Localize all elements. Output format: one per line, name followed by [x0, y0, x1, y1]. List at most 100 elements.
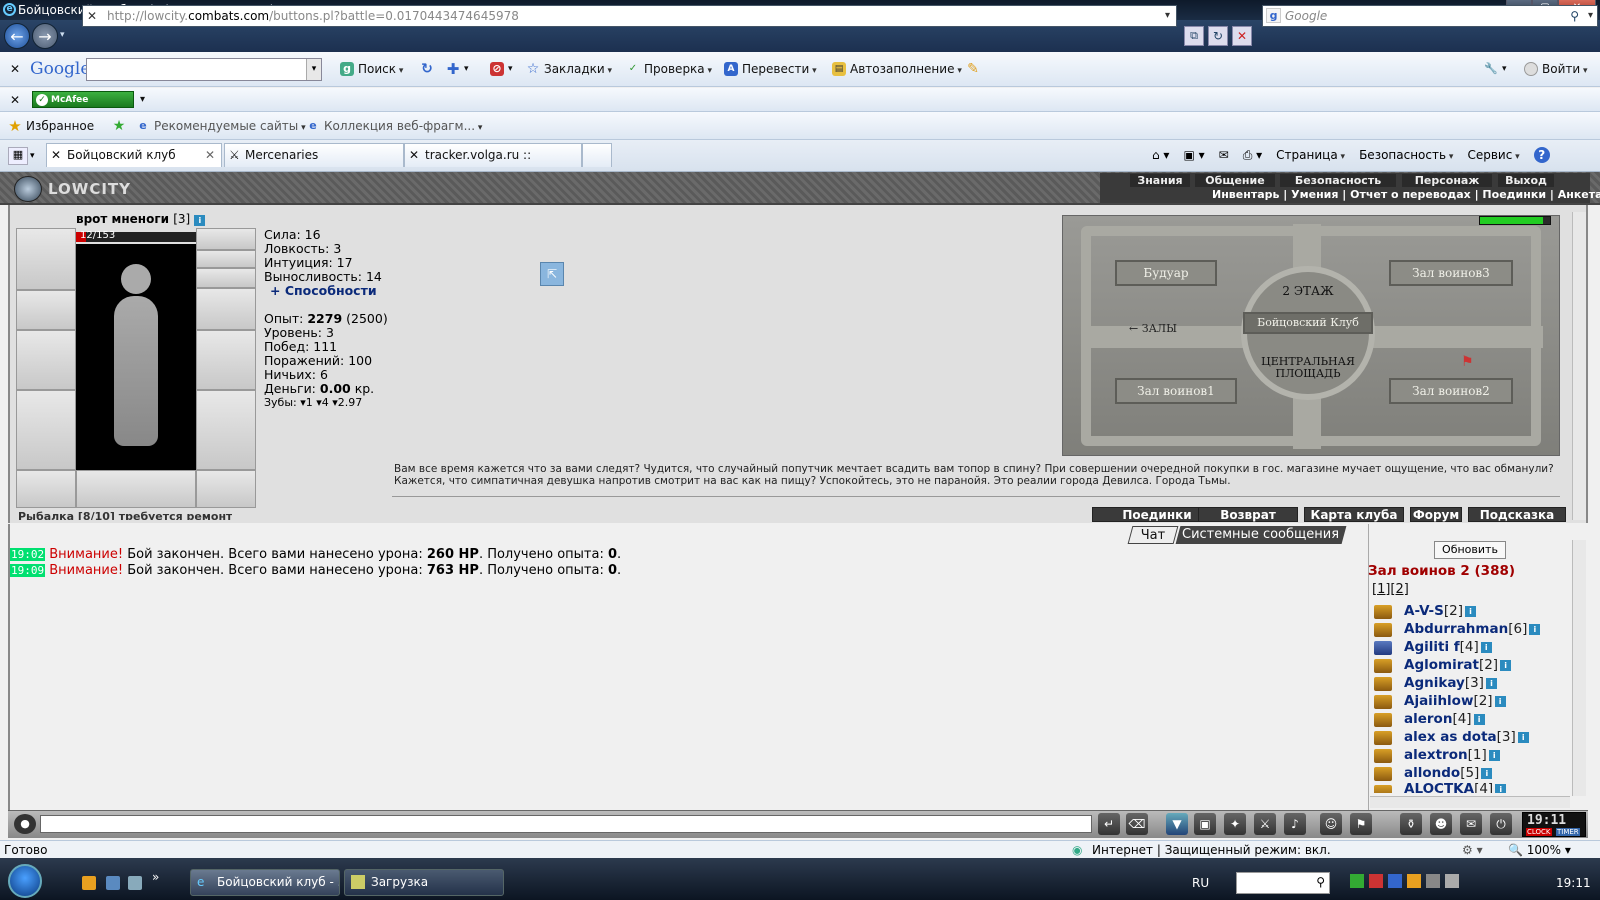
clear-icon[interactable]: ⌫ [1126, 813, 1148, 835]
mail-icon[interactable]: ✉ [1460, 813, 1482, 835]
stop-icon[interactable]: ✕ [1232, 26, 1252, 46]
compat-view-icon[interactable]: ⧉ [1184, 26, 1204, 46]
desktop-search-input[interactable]: ⚲ [1236, 872, 1330, 894]
page-menu[interactable]: Страница [1276, 148, 1345, 162]
user-name[interactable]: aleron [1404, 711, 1452, 727]
battle-icon[interactable]: ⚔ [1254, 813, 1276, 835]
bracers-slot[interactable] [16, 290, 76, 330]
info-icon[interactable]: i [1500, 659, 1512, 671]
user-name[interactable]: alex as dota [1404, 729, 1497, 745]
return-button[interactable]: Возврат [1198, 507, 1298, 522]
tray-icon[interactable] [1350, 874, 1364, 888]
online-list-vscrollbar[interactable] [1572, 540, 1586, 796]
online-user[interactable]: Agiliti f[4] i [1404, 639, 1492, 655]
tab-list-dropdown-icon[interactable]: ▾ [30, 147, 42, 165]
user-name[interactable]: Aglomirat [1404, 657, 1479, 673]
submenu-links[interactable]: Инвентарь | Умения | Отчет о переводах |… [1212, 188, 1600, 201]
helmet-slot[interactable] [16, 228, 76, 290]
search-input[interactable]: g Google ⚲ ▾ [1262, 5, 1598, 27]
map-room-fight-club[interactable]: Бойцовский Клуб [1243, 312, 1373, 334]
menu-character[interactable]: Персонаж [1402, 174, 1492, 187]
online-user[interactable]: Abdurrahman[6] i [1404, 621, 1541, 637]
language-indicator[interactable]: RU [1192, 876, 1209, 890]
quick-tabs-icon[interactable]: ▦ [8, 147, 28, 165]
tab-tracker[interactable]: ✕ tracker.volga.ru :: Главная [404, 143, 582, 184]
hint-button[interactable]: Подсказка [1468, 507, 1566, 522]
media-player-icon[interactable] [82, 876, 96, 890]
user-name[interactable]: ALOCTKA [1404, 783, 1474, 793]
tab-mercenaries[interactable]: ⚔ Mercenaries [224, 143, 404, 167]
back-button[interactable]: ← [4, 23, 30, 49]
chat-mode-icon[interactable]: ● [14, 814, 36, 834]
online-user[interactable]: alex as dota[3] i [1404, 729, 1529, 745]
bookmarks-button[interactable]: ☆ Закладки [526, 52, 612, 86]
expand-icon[interactable]: ⇱ [540, 262, 564, 286]
user-name[interactable]: alextron [1404, 747, 1468, 763]
amulet-slot[interactable] [196, 250, 256, 268]
map-central-square[interactable]: ЦЕНТРАЛЬНАЯ ПЛОЩАДЬ [1253, 356, 1363, 380]
popup-blocker-button[interactable]: ⊘ ▾ [490, 52, 513, 86]
close-tab-icon[interactable]: ✕ [205, 144, 215, 166]
info-icon[interactable]: i [1473, 713, 1485, 725]
info-icon[interactable]: i [1529, 623, 1541, 635]
online-user[interactable]: allondo[5] i [1404, 765, 1493, 781]
clan-icon[interactable]: ⚑ [1350, 813, 1372, 835]
user-name[interactable]: Abdurrahman [1404, 621, 1508, 637]
info-icon[interactable]: i [1517, 731, 1529, 743]
translate-button[interactable]: A Перевести [724, 52, 817, 86]
highlight-button[interactable]: ✎ [966, 52, 980, 86]
sound-icon[interactable]: ♪ [1284, 813, 1306, 835]
signin-button[interactable]: Войти [1524, 52, 1588, 86]
friends-icon[interactable]: ☻ [1430, 813, 1452, 835]
map-halls-link[interactable]: ← ЗАЛЫ [1129, 322, 1177, 335]
gloves-slot[interactable] [196, 288, 256, 330]
online-user[interactable]: ALOCTKA[4] i [1404, 783, 1507, 793]
pants-slot[interactable] [196, 390, 256, 470]
tray-icon[interactable] [1369, 874, 1383, 888]
exit-icon[interactable]: ⏻ [1490, 813, 1512, 835]
small-items-slots[interactable] [76, 470, 196, 508]
user-name[interactable]: allondo [1404, 765, 1460, 781]
menu-security[interactable]: Безопасность [1280, 174, 1396, 187]
tray-icon[interactable] [1407, 874, 1421, 888]
favorites-button[interactable]: ★ Избранное [8, 112, 94, 139]
tools-menu[interactable]: Сервис [1467, 148, 1519, 162]
show-desktop-icon[interactable] [106, 876, 120, 890]
online-user[interactable]: A-V-S[2] i [1404, 603, 1476, 619]
web-slice-gallery-button[interactable]: e Коллекция веб-фрагм... [306, 112, 482, 139]
google-search-button[interactable]: g Поиск [340, 52, 403, 86]
spellcheck-button[interactable]: ✓ Проверка [626, 52, 712, 86]
network-icon[interactable] [1426, 874, 1440, 888]
info-icon[interactable]: i [194, 215, 206, 226]
search-icon[interactable]: ⚲ [1570, 6, 1579, 26]
smiley-icon[interactable]: ☺ [1320, 813, 1342, 835]
online-user[interactable]: alextron[1] i [1404, 747, 1500, 763]
online-user[interactable]: Agnikay[3] i [1404, 675, 1497, 691]
online-list-hscrollbar[interactable] [1370, 796, 1570, 808]
online-user[interactable]: aleron[4] i [1404, 711, 1485, 727]
message-time[interactable]: 19:09 [10, 564, 46, 577]
google-search-dropdown-icon[interactable]: ▾ [306, 59, 321, 80]
mcafee-siteadvisor-button[interactable]: ✓ McAfee SiteAdvisor [32, 91, 134, 122]
forum-button[interactable]: Форум [1410, 507, 1462, 522]
address-bar[interactable]: ✕ http://lowcity.combats.com/buttons.pl?… [82, 5, 1177, 27]
system-clock[interactable]: 19:11 [1556, 876, 1591, 890]
map-room-hall3[interactable]: Зал воинов3 [1389, 260, 1513, 286]
boots-slot[interactable] [196, 470, 256, 508]
save-log-icon[interactable]: ▣ [1194, 813, 1216, 835]
user-name[interactable]: Agiliti f [1404, 639, 1460, 655]
shield-slot[interactable] [196, 330, 256, 390]
belt-slot[interactable] [16, 470, 76, 508]
armor-slot[interactable] [16, 390, 76, 470]
mcafee-dropdown-icon[interactable]: ▾ [140, 88, 145, 111]
info-icon[interactable]: i [1480, 641, 1492, 653]
info-icon[interactable]: i [1488, 749, 1500, 761]
tab-system-messages[interactable]: Системные сообщения [1175, 526, 1347, 544]
earrings-slot[interactable] [196, 228, 256, 250]
add-button[interactable]: ✚ ▾ [446, 52, 469, 86]
close-toolbar-icon[interactable]: ✕ [10, 52, 20, 86]
volume-icon[interactable] [1445, 874, 1459, 888]
game-scrollbar[interactable] [1572, 212, 1586, 520]
google-search-input[interactable]: ▾ [86, 58, 322, 81]
taskbar-item-download[interactable]: Загрузка [344, 869, 504, 896]
